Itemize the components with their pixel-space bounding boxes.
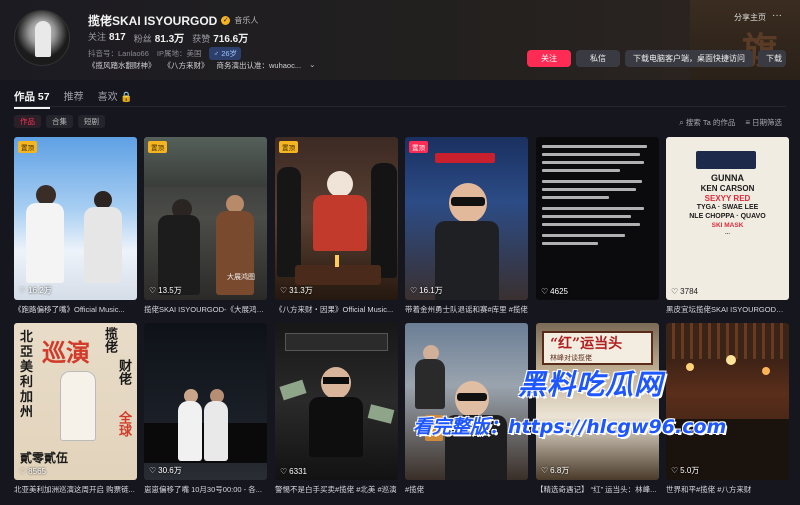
bio-item: 商务演出认准：wuhaoc... <box>216 61 302 70</box>
profile-name: 揽佬SKAI ISYOURGOD <box>88 14 218 28</box>
text-post-preview <box>542 145 653 250</box>
search-works-button[interactable]: ⌕ 搜索 Ta 的作品 <box>679 117 735 128</box>
video-thumbnail[interactable]: 置顶 ♡ 16.1万 <box>405 137 528 300</box>
chip-works[interactable]: 作品 <box>14 115 41 128</box>
bio-item: 《八方来财》 <box>163 61 209 70</box>
heart-icon: ♡ <box>19 467 27 476</box>
expand-icon[interactable]: ⌄ <box>309 60 315 71</box>
video-caption[interactable]: 《跑路偏移了嘴》Official Music... <box>14 304 137 315</box>
bio-item: 《揽风踏水翻财神》 <box>88 61 156 70</box>
pinned-badge: 置顶 <box>148 141 167 153</box>
poster-red-text: 全球 <box>116 411 131 437</box>
like-count: ♡ 5.0万 <box>671 466 700 475</box>
poster-side-text: 财佬 <box>116 359 131 385</box>
like-count: ♡ 3784 <box>671 287 698 296</box>
video-thumbnail[interactable]: 北亞美利加州 巡演 揽佬 财佬 全球 貳零貳伍 ♡ 8565 <box>14 323 137 480</box>
heart-icon: ♡ <box>19 286 27 295</box>
heart-icon: ♡ <box>280 467 288 476</box>
avatar[interactable] <box>14 10 70 66</box>
video-caption[interactable]: 黑皮宜坛揽佬SKAI ISYOURGOD来了... <box>666 304 789 315</box>
video-thumbnail[interactable]: ♡ 30.6万 <box>144 323 267 480</box>
search-tools: ⌕ 搜索 Ta 的作品 ≡ 日期筛选 <box>679 117 782 128</box>
date-filter-button[interactable]: ≡ 日期筛选 <box>745 117 782 128</box>
name-row: 揽佬SKAI ISYOURGOD ✓ 音乐人 <box>88 12 258 29</box>
profile-bio: 《揽风踏水翻财神》 《八方来财》 商务演出认准：wuhaoc... ⌄ <box>88 60 315 71</box>
poster-side-text: 揽佬 <box>102 327 117 353</box>
stat-following[interactable]: 关注 817 <box>88 30 126 45</box>
douyin-id: 抖音号：Lanlao66 <box>88 49 149 58</box>
search-icon: ⌕ <box>679 118 684 127</box>
age-badge: ♂ 26岁 <box>209 47 242 60</box>
poster-bottom-text: 貳零貳伍 <box>20 451 69 465</box>
video-caption[interactable]: 《八方来财・因果》Official Music... <box>275 304 398 315</box>
profile-meta: 抖音号：Lanlao66 IP属地：美国 ♂ 26岁 <box>88 47 242 60</box>
video-thumbnail[interactable]: GUNNA KEN CARSON SEXYY RED TYGA · SWAE L… <box>666 137 789 300</box>
stat-likes: 获赞 716.6万 <box>192 34 249 45</box>
message-button[interactable]: 私信 <box>576 50 620 67</box>
video-thumbnail[interactable]: 置顶 ♡ 16.2万 <box>14 137 137 300</box>
video-thumbnail[interactable]: ♡ 6331 <box>275 323 398 480</box>
tab-recommend[interactable]: 推荐 <box>64 88 84 103</box>
poster-vertical-text: 北亞美利加州 <box>20 330 34 420</box>
pinned-badge: 置顶 <box>279 141 298 153</box>
heart-icon: ♡ <box>671 466 679 475</box>
watermark-title: 黑料吃瓜网 <box>518 368 664 401</box>
tabs-divider <box>14 106 786 107</box>
verified-icon: ✓ <box>221 16 231 25</box>
sign-title: “红”运当头 <box>550 336 623 352</box>
more-icon[interactable]: ··· <box>772 10 782 21</box>
heart-icon: ♡ <box>280 286 288 295</box>
stat-followers[interactable]: 粉丝 81.3万 <box>134 30 184 45</box>
video-caption[interactable]: #揽佬 <box>405 484 528 495</box>
filter-chips: 作品 合集 短剧 <box>14 115 105 128</box>
watermark-url: 看完整版：https://hlcgw96.com <box>413 416 727 438</box>
like-count: ♡ 16.1万 <box>410 286 443 295</box>
video-thumbnail[interactable]: ♡ 5.0万 <box>666 323 789 480</box>
like-count: ♡ 30.6万 <box>149 466 182 475</box>
filter-icon: ≡ <box>745 118 750 127</box>
verify-label: 音乐人 <box>234 16 259 25</box>
heart-icon: ♡ <box>410 286 418 295</box>
like-count: ♡ 6.8万 <box>541 466 570 475</box>
festival-lineup: GUNNA KEN CARSON SEXYY RED TYGA · SWAE L… <box>689 173 766 236</box>
video-caption[interactable]: 带着金州勇士队退谣和赛#库里 #揽佬 <box>405 304 528 315</box>
video-caption[interactable]: 世界和平#揽佬 #八方来财 <box>666 484 789 495</box>
thumbnail-overlay-text: 大展鸿图 <box>227 273 255 281</box>
like-count: ♡ 6331 <box>280 467 307 476</box>
ip-location: IP属地：美国 <box>156 49 202 58</box>
follow-button[interactable]: 关注 <box>527 50 571 67</box>
video-thumbnail[interactable]: 大展鸿图 置顶 ♡ 13.5万 <box>144 137 267 300</box>
like-count: ♡ 31.3万 <box>280 286 313 295</box>
like-count: ♡ 16.2万 <box>19 286 52 295</box>
chip-collections[interactable]: 合集 <box>46 115 73 128</box>
video-caption[interactable]: 北亚美利加洲巡演这周开启 购票链... <box>14 484 137 495</box>
download-button[interactable]: 下载 <box>758 50 786 67</box>
sign-subtitle: 林峰对谈揽佬 <box>550 355 592 362</box>
header-actions: 关注 私信 下载电脑客户端，桌面快捷访问 下载 <box>527 50 786 67</box>
profile-header: 旗 揽佬SKAI ISYOURGOD ✓ 音乐人 关注817 粉丝81.3万 获… <box>0 0 800 80</box>
video-caption[interactable]: 【精选奇遇记】 “红” 运当头：林峰... <box>536 484 659 495</box>
video-thumbnail[interactable]: ♡ <box>405 323 528 480</box>
like-count: ♡ 13.5万 <box>149 286 182 295</box>
heart-icon: ♡ <box>541 287 549 296</box>
chip-short-drama[interactable]: 短剧 <box>78 115 105 128</box>
pinned-badge: 置顶 <box>409 141 428 153</box>
download-client-button[interactable]: 下载电脑客户端，桌面快捷访问 <box>625 50 753 67</box>
heart-icon: ♡ <box>671 287 679 296</box>
pinned-badge: 置顶 <box>18 141 37 153</box>
video-thumbnail[interactable]: 置顶 ♡ 31.3万 <box>275 137 398 300</box>
video-caption[interactable]: 警惕不是白手买卖#揽佬 #北美 #巡演 <box>275 484 398 495</box>
heart-icon: ♡ <box>149 466 157 475</box>
heart-icon: ♡ <box>541 466 549 475</box>
poster-title: 巡演 <box>42 338 90 367</box>
like-count: ♡ 8565 <box>19 467 46 476</box>
video-caption[interactable]: 崽崽偏移了嘴 10月30号00:00 - 各... <box>144 484 267 495</box>
video-thumbnail[interactable]: ♡ 4625 <box>536 137 659 300</box>
tab-likes[interactable]: 喜欢 🔒 <box>98 88 133 103</box>
video-caption[interactable]: 揽佬SKAI ISYOURGOD-《大展鸿图... <box>144 304 267 315</box>
profile-stats: 关注 817 粉丝 81.3万 获赞 716.6万 <box>88 30 248 45</box>
like-count: ♡ 4625 <box>541 287 568 296</box>
share-profile-button[interactable]: 分享主页 <box>734 12 766 23</box>
heart-icon: ♡ <box>149 286 157 295</box>
